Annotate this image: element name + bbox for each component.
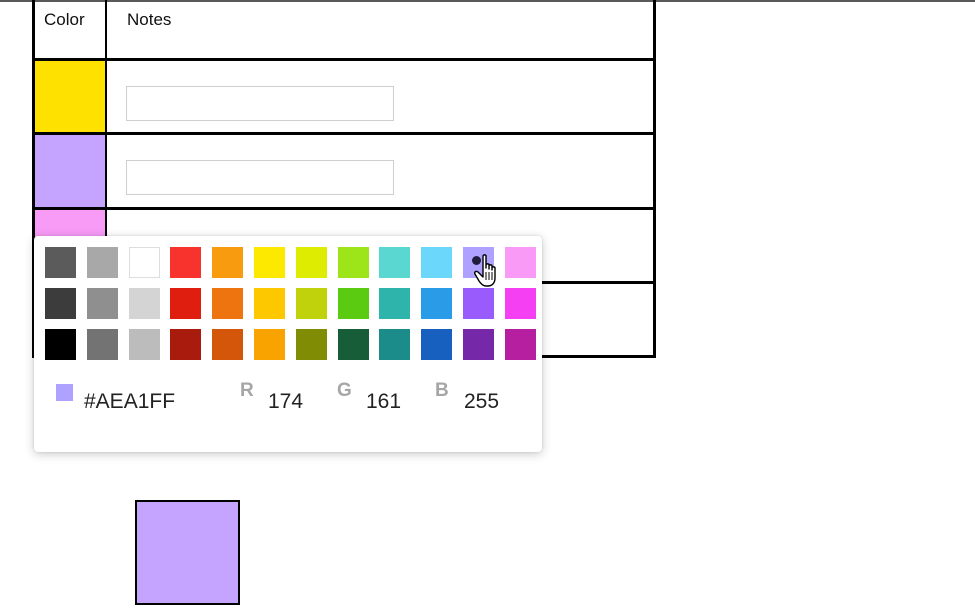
palette-swatch[interactable]	[45, 247, 76, 278]
palette-swatch[interactable]	[253, 329, 285, 360]
palette-swatch[interactable]	[462, 288, 494, 319]
palette-swatch[interactable]	[170, 329, 202, 360]
palette-swatch[interactable]	[295, 329, 327, 360]
palette-swatch[interactable]	[128, 288, 160, 319]
palette-swatch[interactable]	[504, 288, 536, 319]
palette-swatch[interactable]	[253, 247, 285, 278]
palette-swatch[interactable]	[86, 288, 118, 319]
selected-color-preview	[135, 500, 240, 605]
palette-swatch[interactable]	[295, 247, 327, 278]
palette-swatch[interactable]	[379, 247, 411, 278]
color-swatch-cell[interactable]	[35, 135, 105, 207]
palette-swatch[interactable]	[86, 247, 118, 278]
palette-swatch[interactable]	[253, 288, 285, 319]
color-swatch-cell[interactable]	[35, 61, 105, 132]
table-row-divider	[32, 132, 656, 135]
palette-swatch[interactable]	[504, 247, 536, 278]
green-channel-value[interactable]: 161	[366, 390, 401, 414]
palette-swatch[interactable]	[212, 288, 244, 319]
palette-swatch[interactable]	[170, 288, 202, 319]
window-top-border	[0, 0, 975, 2]
palette-swatch[interactable]	[212, 329, 244, 360]
palette-swatch[interactable]	[170, 247, 202, 278]
palette-swatch[interactable]	[295, 288, 327, 319]
hex-input[interactable]	[84, 390, 204, 414]
table-border-right	[653, 0, 656, 358]
palette-swatch[interactable]	[128, 329, 160, 360]
blue-channel-label: B	[435, 380, 449, 401]
table-row-divider	[32, 207, 656, 210]
red-channel-label: R	[240, 380, 254, 401]
palette-swatch[interactable]	[504, 329, 536, 360]
table-row-divider	[32, 58, 656, 61]
palette-swatch[interactable]	[45, 329, 76, 360]
color-column-header: Color	[44, 10, 85, 29]
palette-swatch[interactable]	[462, 247, 494, 278]
palette-swatch[interactable]	[421, 288, 453, 319]
blue-channel-value[interactable]: 255	[464, 390, 499, 414]
palette-swatch[interactable]	[462, 329, 494, 360]
current-color-swatch	[56, 384, 73, 401]
palette-swatch[interactable]	[128, 247, 160, 278]
palette-swatch[interactable]	[379, 329, 411, 360]
notes-input[interactable]	[126, 86, 394, 121]
palette-swatch[interactable]	[421, 329, 453, 360]
palette-swatch[interactable]	[379, 288, 411, 319]
palette-swatch[interactable]	[212, 247, 244, 278]
notes-input[interactable]	[126, 160, 394, 195]
green-channel-label: G	[337, 380, 352, 401]
palette-swatch[interactable]	[421, 247, 453, 278]
notes-column-header: Notes	[127, 10, 172, 29]
palette-swatch[interactable]	[337, 247, 369, 278]
red-channel-value[interactable]: 174	[268, 390, 303, 414]
palette-swatch[interactable]	[86, 329, 118, 360]
palette-swatch[interactable]	[45, 288, 76, 319]
selected-indicator-icon	[471, 256, 481, 265]
color-picker-popup: R 174 G 161 B 255	[34, 236, 542, 452]
palette-swatch[interactable]	[337, 329, 369, 360]
palette-swatch[interactable]	[337, 288, 369, 319]
color-palette-grid	[45, 247, 536, 360]
